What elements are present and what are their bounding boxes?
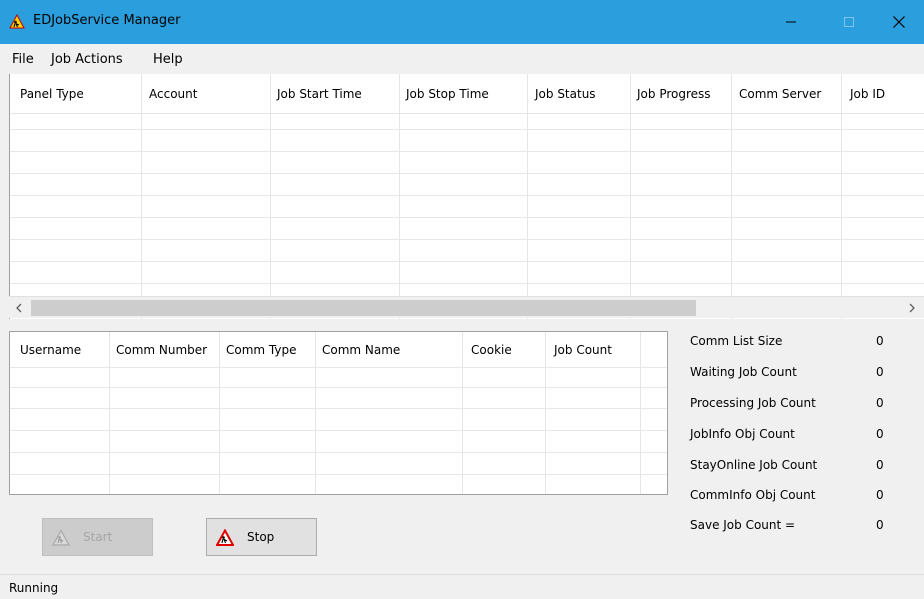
- column-header-account[interactable]: Account: [149, 87, 197, 101]
- minimize-button[interactable]: [768, 0, 814, 44]
- chevron-right-icon: [909, 303, 915, 313]
- column-header-job-count[interactable]: Job Count: [554, 343, 612, 357]
- close-icon: [893, 16, 905, 28]
- chevron-left-icon: [16, 303, 22, 313]
- stat-value-comminfo-obj-count: 0: [876, 488, 884, 502]
- stat-label-save-job-count: Save Job Count =: [690, 518, 796, 532]
- scroll-thumb[interactable]: [31, 300, 696, 316]
- row-divider: [10, 261, 924, 262]
- stat-value-waiting-job-count: 0: [876, 365, 884, 379]
- stat-value-jobinfo-obj-count: 0: [876, 427, 884, 441]
- stat-value-comm-list-size: 0: [876, 334, 884, 348]
- close-button[interactable]: [876, 0, 922, 44]
- row-divider: [10, 195, 924, 196]
- column-header-comm-name[interactable]: Comm Name: [322, 343, 400, 357]
- stat-label-processing-job-count: Processing Job Count: [690, 396, 816, 410]
- row-divider: [10, 367, 667, 368]
- row-divider: [10, 217, 924, 218]
- menu-file[interactable]: File: [12, 52, 34, 67]
- stat-label-comminfo-obj-count: CommInfo Obj Count: [690, 488, 816, 502]
- stat-label-waiting-job-count: Waiting Job Count: [690, 365, 797, 379]
- stat-label-comm-list-size: Comm List Size: [690, 334, 783, 348]
- column-header-comm-number[interactable]: Comm Number: [116, 343, 207, 357]
- column-divider: [219, 332, 220, 494]
- column-header-job-id[interactable]: Job ID: [850, 87, 885, 101]
- column-header-job-start-time[interactable]: Job Start Time: [277, 87, 362, 101]
- app-icon: [9, 14, 25, 30]
- stop-button-label: Stop: [247, 530, 275, 544]
- column-header-job-status[interactable]: Job Status: [535, 87, 596, 101]
- stat-label-stayonline-job-count: StayOnline Job Count: [690, 458, 818, 472]
- column-divider: [315, 332, 316, 494]
- column-divider: [462, 332, 463, 494]
- column-header-job-progress[interactable]: Job Progress: [637, 87, 711, 101]
- row-divider: [10, 129, 924, 130]
- menu-help[interactable]: Help: [153, 52, 183, 67]
- window-title: EDJobService Manager: [33, 13, 181, 28]
- maximize-button[interactable]: [826, 0, 872, 44]
- stop-button[interactable]: Stop: [206, 518, 317, 556]
- row-divider: [10, 430, 667, 431]
- row-divider: [10, 173, 924, 174]
- column-header-job-stop-time[interactable]: Job Stop Time: [406, 87, 489, 101]
- minimize-icon: [786, 21, 796, 23]
- worker-warning-icon: [216, 529, 234, 546]
- title-bar[interactable]: EDJobService Manager: [0, 0, 924, 44]
- stat-label-jobinfo-obj-count: JobInfo Obj Count: [690, 427, 795, 441]
- column-divider: [640, 332, 641, 494]
- column-header-username[interactable]: Username: [20, 343, 81, 357]
- menu-job-actions[interactable]: Job Actions: [51, 52, 123, 67]
- stat-value-stayonline-job-count: 0: [876, 458, 884, 472]
- column-header-comm-server[interactable]: Comm Server: [739, 87, 821, 101]
- jobs-grid[interactable]: Panel Type Account Job Start Time Job St…: [9, 74, 924, 319]
- worker-warning-icon: [52, 529, 70, 546]
- row-divider: [10, 151, 924, 152]
- stat-value-save-job-count: 0: [876, 518, 884, 532]
- stat-value-processing-job-count: 0: [876, 396, 884, 410]
- comm-grid[interactable]: Username Comm Number Comm Type Comm Name…: [9, 331, 668, 495]
- row-divider: [10, 387, 667, 388]
- scroll-right-button[interactable]: [900, 297, 924, 319]
- status-bar: Running: [0, 574, 924, 599]
- row-divider: [10, 283, 924, 284]
- start-button[interactable]: Start: [42, 518, 153, 556]
- row-divider: [10, 474, 667, 475]
- jobs-grid-header: Panel Type Account Job Start Time Job St…: [10, 74, 924, 114]
- menu-bar: File Job Actions Help: [0, 44, 924, 74]
- column-divider: [545, 332, 546, 494]
- column-divider: [109, 332, 110, 494]
- status-text: Running: [9, 581, 59, 595]
- row-divider: [10, 239, 924, 240]
- scroll-left-button[interactable]: [9, 297, 29, 319]
- column-header-cookie[interactable]: Cookie: [471, 343, 512, 357]
- maximize-icon: [844, 17, 854, 27]
- row-divider: [10, 408, 667, 409]
- horizontal-scrollbar[interactable]: [9, 296, 924, 318]
- column-header-panel-type[interactable]: Panel Type: [20, 87, 84, 101]
- start-button-label: Start: [83, 530, 113, 544]
- row-divider: [10, 452, 667, 453]
- column-header-comm-type[interactable]: Comm Type: [226, 343, 296, 357]
